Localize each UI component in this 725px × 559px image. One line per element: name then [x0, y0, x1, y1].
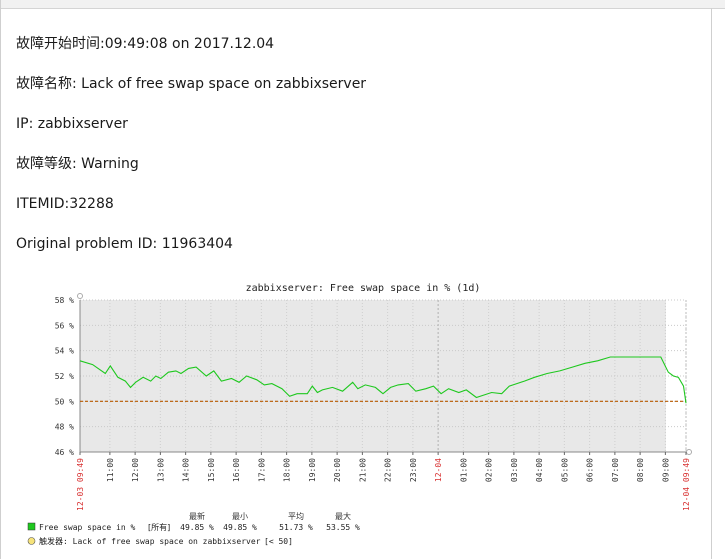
x-tick-label: 01:00 [459, 458, 468, 482]
chart-title: zabbixserver: Free swap space in % (1d) [246, 283, 481, 294]
swap-space-chart: zabbixserver: Free swap space in % (1d) … [27, 283, 692, 546]
y-axis-cap [77, 293, 83, 299]
legend-header: 最小 [232, 512, 248, 521]
x-tick-label: 12-04 [434, 458, 443, 482]
x-tick-label: 06:00 [586, 458, 595, 482]
legend-series-value: 49.85 % [223, 523, 257, 532]
y-tick-label: 56 % [55, 321, 74, 330]
legend-trigger-marker [27, 537, 36, 545]
legend-trigger-label: 触发器: Lack of free swap space on zabbixse… [39, 536, 261, 546]
y-axis-ticks: 58 % 56 % 54 % 52 % 50 % 48 % 46 % [55, 296, 74, 457]
x-tick-label: 11:00 [106, 458, 115, 482]
legend-series-value: 51.73 % [279, 523, 313, 532]
x-tick-label: 14:00 [182, 458, 191, 482]
x-tick-label: 02:00 [485, 458, 494, 482]
chart-legend: 最新 最小 平均 最大 Free swap space in % [所有] 49.85 % 4… [27, 511, 360, 546]
x-tick-label: 22:00 [384, 458, 393, 482]
legend-series-name: Free swap space in % [39, 523, 136, 532]
legend-header: 最大 [335, 511, 351, 521]
legend-series-value: 53.55 % [326, 523, 360, 532]
top-toolbar-strip [0, 0, 725, 9]
alert-start-time: 故障开始时间:09:49:08 on 2017.12.04 [16, 36, 275, 52]
y-tick-label: 54 % [55, 347, 74, 356]
alert-severity: 故障等级: Warning [16, 156, 139, 172]
y-tick-label: 48 % [55, 423, 74, 432]
x-tick-label: 21:00 [358, 458, 367, 482]
x-axis-ticks: 12-03 09:49 11:00 12:00 13:00 14:00 15:00 16:0… [76, 452, 691, 511]
legend-header: 平均 [288, 511, 304, 521]
x-tick-label: 18:00 [283, 458, 292, 482]
x-tick-label: 08:00 [636, 458, 645, 482]
y-tick-label: 50 % [55, 397, 74, 406]
y-tick-label: 58 % [55, 296, 74, 305]
legend-series-value: 49.85 % [180, 523, 214, 532]
x-tick-label: 20:00 [333, 458, 342, 482]
x-tick-label: 05:00 [560, 458, 569, 482]
x-tick-label: 07:00 [611, 458, 620, 482]
legend-header: 最新 [189, 511, 205, 521]
legend-series-swatch [27, 522, 36, 531]
x-tick-label: 13:00 [156, 458, 165, 482]
legend-series-group: [所有] [148, 522, 170, 532]
x-tick-label: 12-04 09:49 [682, 458, 691, 511]
x-tick-label: 15:00 [207, 458, 216, 482]
x-tick-label: 12:00 [131, 458, 140, 482]
alert-ip: IP: zabbixserver [16, 116, 128, 132]
x-tick-label: 03:00 [510, 458, 519, 482]
x-tick-label: 09:00 [661, 458, 670, 482]
x-tick-label: 12-03 09:49 [76, 458, 85, 511]
y-tick-label: 52 % [55, 372, 74, 381]
alert-name: 故障名称: Lack of free swap space on zabbixs… [16, 76, 367, 92]
legend-trigger-condition: [< 50] [264, 537, 293, 546]
y-tick-label: 46 % [55, 448, 74, 457]
x-tick-label: 16:00 [232, 458, 241, 482]
right-border [711, 8, 712, 559]
alert-problem-id: Original problem ID: 11963404 [16, 236, 233, 252]
x-tick-label: 04:00 [535, 458, 544, 482]
x-tick-label: 17:00 [257, 458, 266, 482]
x-tick-label: 23:00 [409, 458, 418, 482]
alert-itemid: ITEMID:32288 [16, 196, 114, 212]
x-axis-cap [686, 449, 692, 455]
x-tick-label: 19:00 [308, 458, 317, 482]
